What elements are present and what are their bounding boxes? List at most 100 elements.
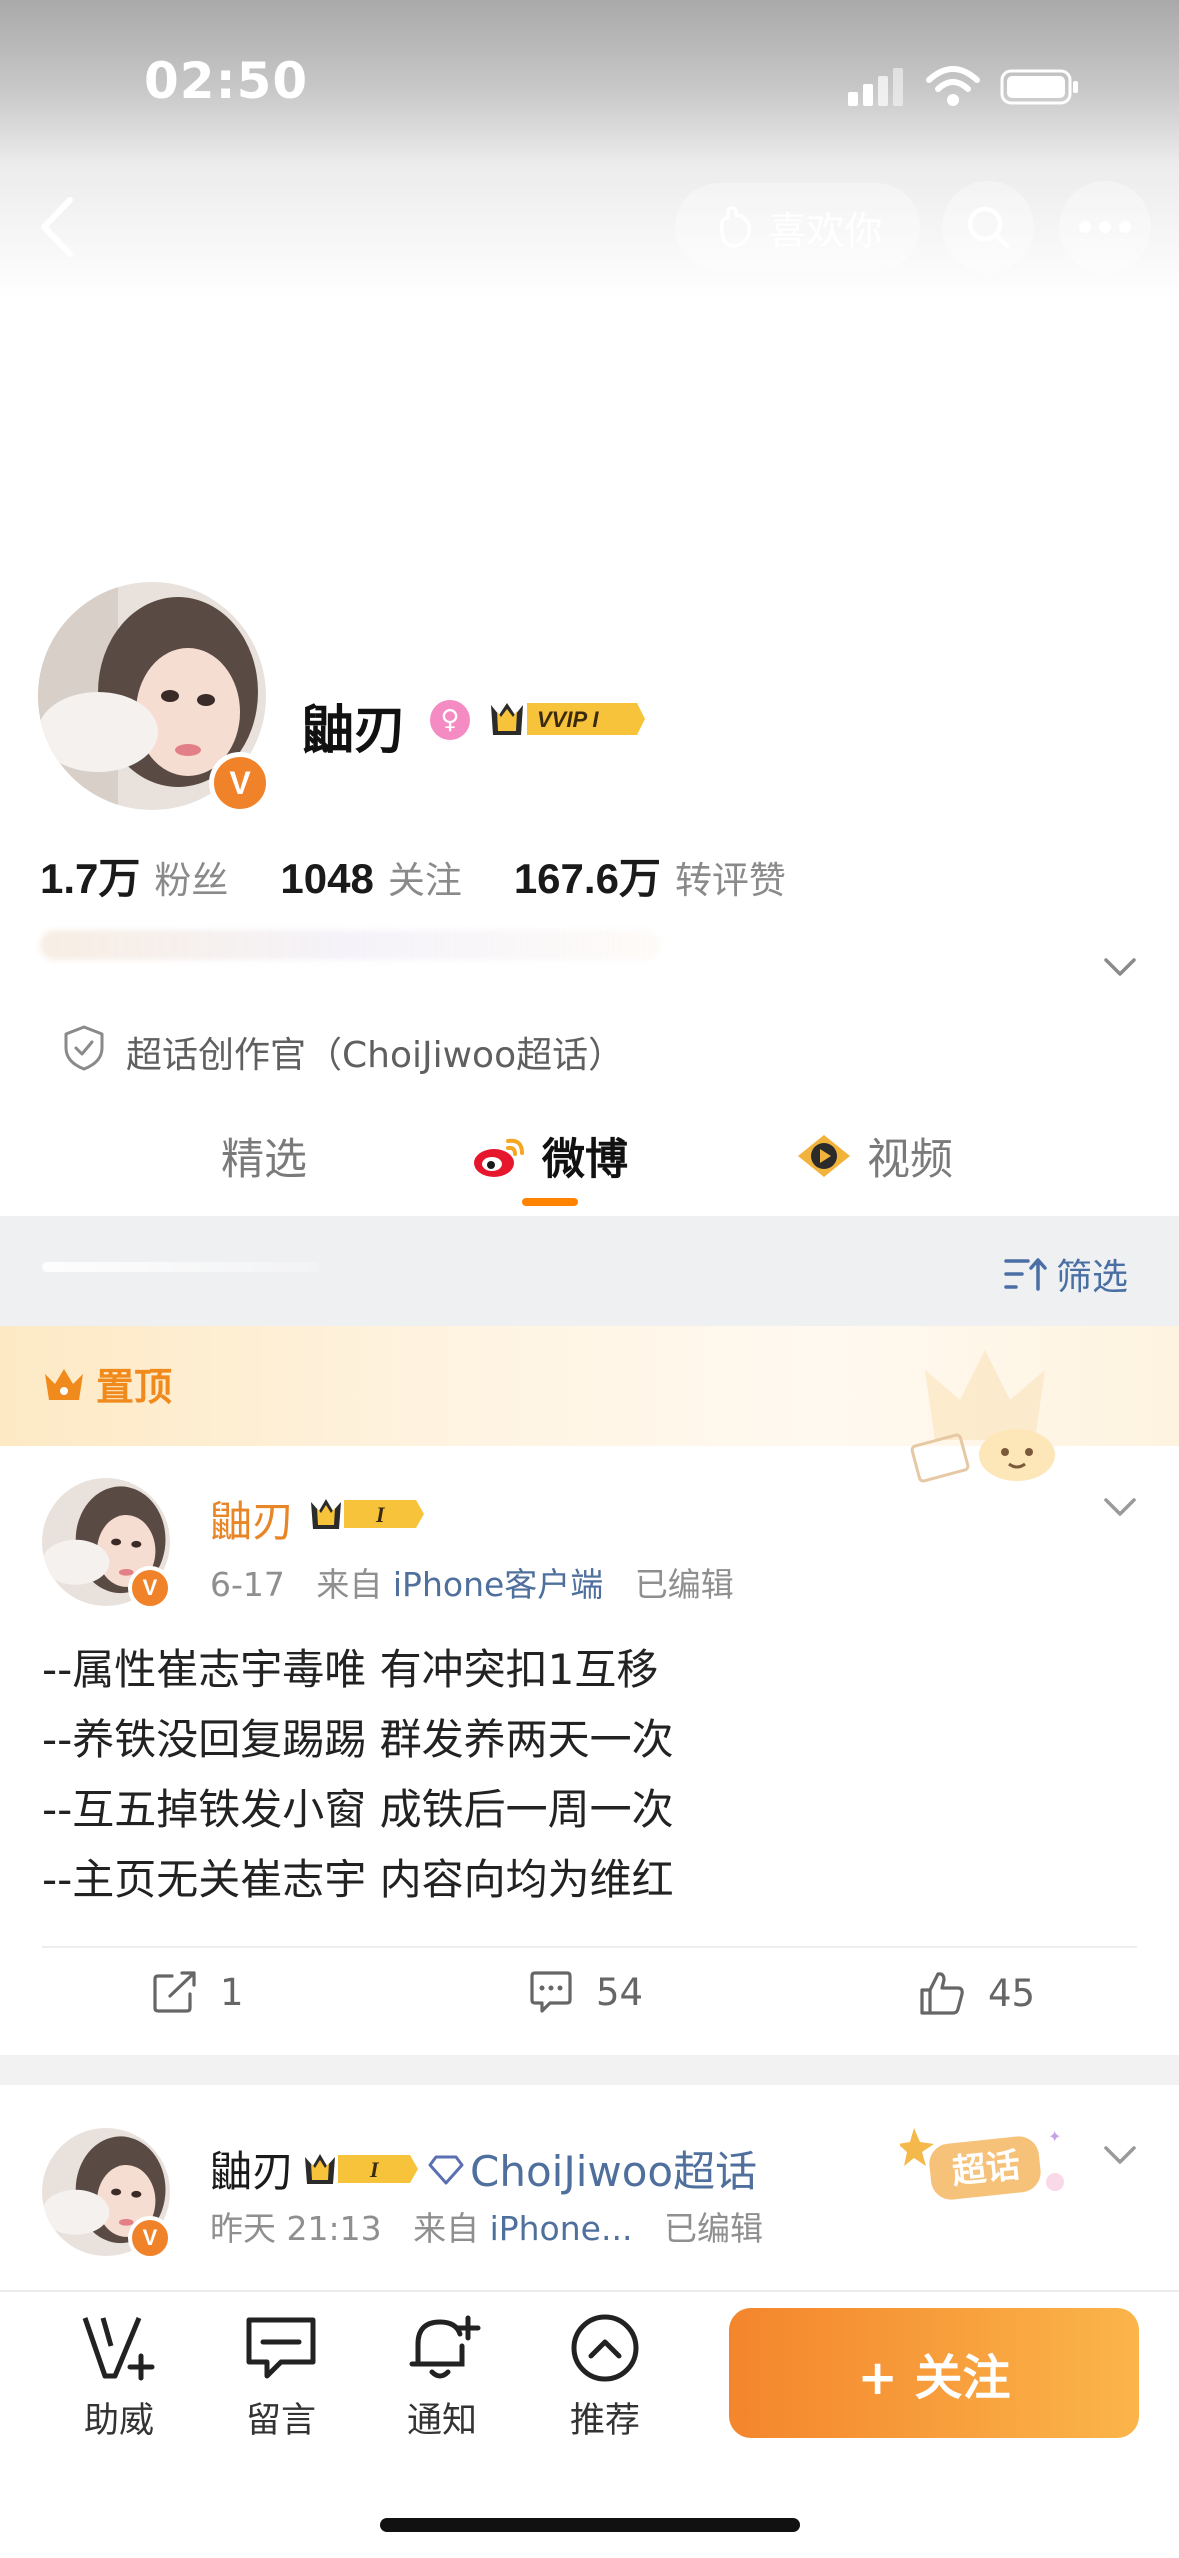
home-indicator[interactable] <box>380 2518 800 2532</box>
notify-label: 通知 <box>406 2401 477 2441</box>
repost-icon <box>153 1971 196 2013</box>
message-label: 留言 <box>245 2401 316 2441</box>
comment-icon <box>530 1971 572 2013</box>
signal-icon <box>848 68 903 106</box>
video-icon <box>798 1135 850 1177</box>
post-source[interactable]: iPhone客户端 <box>393 1565 603 1604</box>
post-vip-badge[interactable]: I <box>308 1494 426 1534</box>
bio-faded-text <box>40 930 660 960</box>
post-date: 昨天 21:13 <box>210 2209 382 2248</box>
thumbs-up-icon <box>920 1972 964 2015</box>
back-icon[interactable] <box>30 192 86 262</box>
like-button[interactable]: 45 <box>918 1970 1035 2016</box>
profile-stats: 1.7万 粉丝 1048 关注 167.6万 转评赞 <box>40 845 838 906</box>
like-you-button[interactable]: 喜欢你 <box>675 183 920 271</box>
post-vip-badge-text: I <box>375 1502 386 1527</box>
crown-icon <box>45 1368 83 1400</box>
post-line: --属性崔志宇毒唯 有冲突扣1互移 <box>42 1645 659 1694</box>
battery-icon <box>1000 69 1078 105</box>
like-you-label: 喜欢你 <box>768 208 883 253</box>
post-from-prefix: 来自 <box>413 2209 480 2248</box>
post-author-name[interactable]: 鼬刃 <box>210 1488 294 1549</box>
post-edited[interactable]: 已编辑 <box>635 1565 734 1604</box>
wifi-icon <box>926 66 980 106</box>
active-tab-indicator <box>522 1198 578 1206</box>
filter-icon <box>1004 1258 1047 1291</box>
tab-featured-label: 精选 <box>221 1135 307 1185</box>
repost-button[interactable]: 1 <box>152 1970 244 2014</box>
recommend-button[interactable]: 推荐 <box>550 2312 660 2443</box>
fans-count[interactable]: 1.7万 <box>40 845 140 906</box>
second-post-header: 鼬刃 I ChoiJiwoo超话 <box>210 2138 757 2199</box>
message-button[interactable]: 留言 <box>226 2312 336 2443</box>
filter-placeholder-line <box>42 1262 320 1272</box>
search-button[interactable] <box>942 181 1034 273</box>
following-count[interactable]: 1048 <box>280 855 373 903</box>
post-from-prefix: 来自 <box>316 1565 383 1604</box>
diamond-icon <box>428 2155 464 2184</box>
vvip-badge[interactable]: VVIP I <box>487 697 647 741</box>
super-topic-role[interactable]: 超话创作官（ChoiJiwoo超话） <box>126 1026 624 1078</box>
svg-text:✦: ✦ <box>1048 2127 1061 2146</box>
search-icon <box>967 206 1010 249</box>
like-count: 45 <box>988 1971 1036 2015</box>
tab-video-label: 视频 <box>867 1135 953 1185</box>
v-plus-icon <box>82 2317 155 2381</box>
follow-button[interactable]: + 关注 <box>729 2308 1139 2438</box>
post-menu-chevron-icon[interactable] <box>1100 2140 1140 2170</box>
more-button[interactable] <box>1059 181 1151 273</box>
vvip-badge-text: VVIP I <box>537 707 599 732</box>
post-verified-badge: V <box>128 2216 172 2260</box>
super-topic-sticker-art: 超话 ✦ <box>898 2127 1064 2200</box>
notify-button[interactable]: 通知 <box>387 2312 497 2443</box>
super-topic-sticker: 超话 ✦ <box>898 2120 1070 2210</box>
tab-weibo-label: 微博 <box>542 1135 628 1185</box>
hand-heart-icon <box>720 206 752 248</box>
profile-username: 鼬刃 <box>302 701 407 761</box>
post-source[interactable]: iPhone... <box>490 2209 633 2248</box>
comment-button[interactable]: 54 <box>528 1970 643 2014</box>
recommend-label: 推荐 <box>569 2401 640 2441</box>
verified-badge: V <box>209 752 271 814</box>
post-topic-link[interactable]: ChoiJiwoo超话 <box>470 2138 757 2199</box>
super-topic-sticker-text: 超话 <box>950 2145 1022 2192</box>
post-verified-badge: V <box>128 1566 172 1610</box>
post-author-name[interactable]: 鼬刃 <box>210 2138 294 2199</box>
tab-video[interactable]: 视频 <box>795 1125 953 1187</box>
status-time: 02:50 <box>144 52 309 110</box>
comment-count: 54 <box>596 1970 644 2014</box>
female-icon: ♀ <box>430 700 470 740</box>
post-line: --互五掉铁发小窗 成铁后一周一次 <box>42 1785 674 1834</box>
tab-weibo[interactable]: 微博 <box>472 1125 628 1187</box>
post-divider <box>42 1946 1137 1948</box>
cheer-button[interactable]: 助威 <box>64 2312 174 2443</box>
post-date: 6-17 <box>210 1565 285 1604</box>
engagement-label: 转评赞 <box>674 859 786 902</box>
cheer-label: 助威 <box>83 2401 154 2441</box>
engagement-count: 167.6万 <box>513 855 661 902</box>
post-meta: 6-17 来自 iPhone客户端 已编辑 <box>210 1558 734 1606</box>
feed-separator <box>0 2055 1179 2085</box>
filter-label: 筛选 <box>1056 1257 1129 1298</box>
following-label: 关注 <box>387 859 462 902</box>
shield-icon <box>64 1025 104 1071</box>
post-menu-chevron-icon[interactable] <box>1100 1492 1140 1522</box>
repost-count: 1 <box>220 1970 244 2014</box>
post-line: --主页无关崔志宇 内容向均为维红 <box>42 1855 674 1904</box>
post-line: --养铁没回复踢踢 群发养两天一次 <box>42 1715 674 1764</box>
post-vip-badge-text: I <box>369 2157 380 2182</box>
chat-icon <box>246 2317 316 2379</box>
filter-button[interactable]: 筛选 <box>1004 1248 1128 1300</box>
chevron-up-circle-icon <box>571 2314 639 2382</box>
pinned-label: 置顶 <box>42 1356 172 1411</box>
fans-label: 粉丝 <box>154 859 229 902</box>
post-meta: 昨天 21:13 来自 iPhone... 已编辑 <box>210 2202 763 2250</box>
post-body[interactable]: --属性崔志宇毒唯 有冲突扣1互移 --养铁没回复踢踢 群发养两天一次 --互五… <box>42 1635 674 1915</box>
post-edited[interactable]: 已编辑 <box>664 2209 763 2248</box>
post-vip-badge[interactable]: I <box>302 2149 420 2189</box>
bell-icon <box>409 2315 481 2379</box>
more-icon <box>1079 221 1131 233</box>
weibo-logo-icon <box>474 1138 524 1177</box>
tab-featured[interactable]: 精选 <box>221 1125 307 1187</box>
chevron-down-icon[interactable] <box>1100 952 1140 982</box>
